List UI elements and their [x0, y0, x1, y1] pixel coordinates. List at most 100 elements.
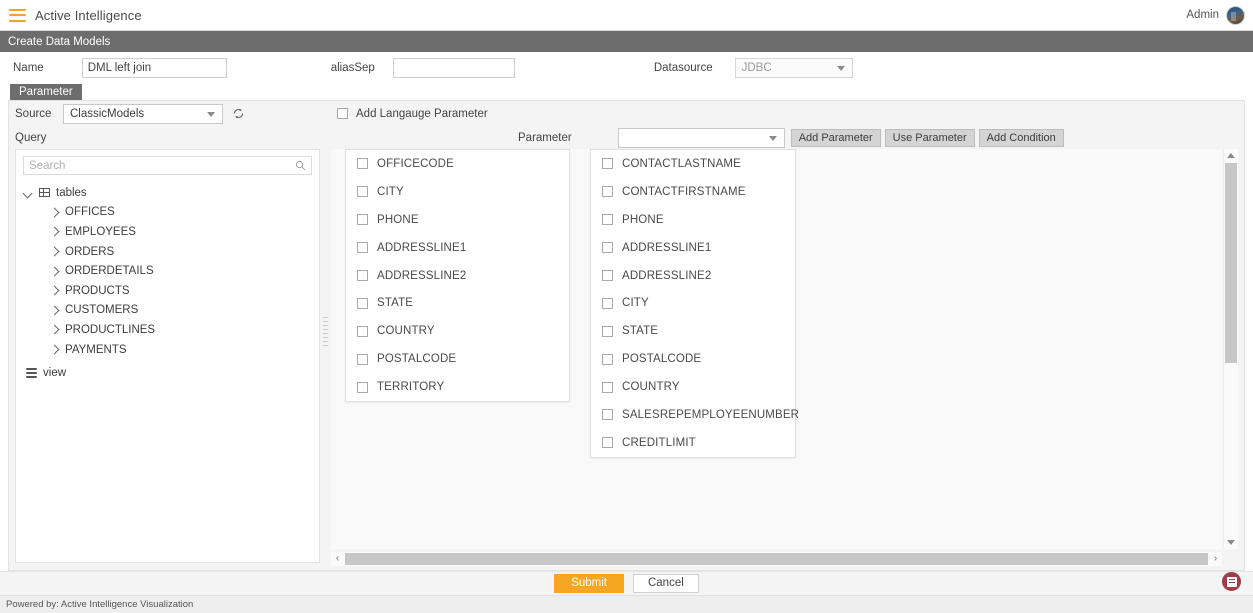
column-label: STATE: [622, 325, 659, 338]
search-icon: [295, 160, 306, 171]
list-item[interactable]: SALESREPEMPLOYEENUMBER: [591, 401, 799, 429]
tree-node-tables[interactable]: tables: [24, 183, 319, 203]
add-language-parameter-checkbox[interactable]: [337, 108, 348, 119]
column-label: CITY: [377, 185, 404, 198]
column-checkbox[interactable]: [357, 214, 368, 226]
tree-node-orders[interactable]: ORDERS: [24, 242, 319, 262]
list-item[interactable]: PHONE: [346, 206, 569, 234]
tree-node-orderdetails[interactable]: ORDERDETAILS: [24, 261, 319, 281]
scroll-right-button[interactable]: ›: [1209, 552, 1222, 566]
feedback-icon[interactable]: [1222, 572, 1241, 591]
user-avatar[interactable]: [1226, 5, 1245, 25]
column-checkbox[interactable]: [602, 409, 613, 421]
list-item[interactable]: COUNTRY: [346, 317, 569, 345]
list-item[interactable]: POSTALCODE: [346, 345, 569, 373]
list-item[interactable]: PHONE: [591, 206, 795, 234]
column-checkbox[interactable]: [602, 214, 613, 226]
column-checkbox[interactable]: [602, 325, 613, 337]
search-box[interactable]: [23, 156, 312, 175]
list-item[interactable]: TERRITORY: [346, 373, 569, 401]
column-label: COUNTRY: [622, 381, 680, 394]
feedback-sheet-glyph: [1226, 576, 1237, 587]
column-checkbox[interactable]: [602, 353, 613, 365]
list-item[interactable]: CONTACTFIRSTNAME: [591, 178, 795, 206]
tree-node-view[interactable]: view: [24, 363, 319, 383]
column-label: CONTACTLASTNAME: [622, 157, 741, 170]
column-label: ADDRESSLINE2: [622, 269, 712, 282]
list-item[interactable]: POSTALCODE: [591, 345, 795, 373]
tree-node-label: CUSTOMERS: [65, 304, 139, 317]
column-checkbox[interactable]: [357, 353, 368, 365]
chevron-down-icon: [836, 66, 845, 71]
list-item[interactable]: ADDRESSLINE1: [346, 234, 569, 262]
list-item[interactable]: CITY: [346, 178, 569, 206]
datasource-select[interactable]: JDBC: [734, 58, 853, 78]
join-canvas: OFFICECODE CITY PHONE ADDRESSLINE1 ADDRE…: [331, 149, 1222, 549]
column-checkbox[interactable]: [602, 297, 613, 309]
column-checkbox[interactable]: [357, 186, 368, 198]
column-label: STATE: [377, 297, 414, 310]
list-item[interactable]: ADDRESSLINE1: [591, 234, 795, 262]
refresh-icon[interactable]: [231, 107, 245, 121]
parameter-select[interactable]: [617, 127, 785, 148]
list-item[interactable]: ADDRESSLINE2: [346, 262, 569, 290]
canvas-vertical-scrollbar[interactable]: [1223, 149, 1238, 549]
scroll-left-button[interactable]: ‹: [331, 552, 344, 566]
use-parameter-button[interactable]: Use Parameter: [884, 128, 975, 147]
list-item[interactable]: CITY: [591, 289, 795, 317]
list-item[interactable]: ADDRESSLINE2: [591, 262, 795, 290]
tree-node-label: tables: [56, 186, 87, 199]
column-checkbox[interactable]: [602, 186, 613, 198]
column-checkbox[interactable]: [602, 270, 613, 281]
column-checkbox[interactable]: [357, 325, 368, 337]
scroll-up-button[interactable]: [1224, 149, 1238, 162]
tree-node-employees[interactable]: EMPLOYEES: [24, 222, 319, 242]
chevron-down-icon: [768, 135, 777, 141]
panel-resize-handle[interactable]: [322, 301, 329, 361]
list-item[interactable]: CONTACTLASTNAME: [591, 150, 795, 178]
list-item[interactable]: STATE: [346, 289, 569, 317]
column-checkbox[interactable]: [357, 270, 368, 281]
chevron-right-icon: [50, 306, 59, 315]
column-checkbox[interactable]: [602, 158, 613, 170]
name-input[interactable]: [81, 58, 227, 78]
tree-node-payments[interactable]: PAYMENTS: [24, 340, 319, 360]
tree-node-offices[interactable]: OFFICES: [24, 203, 319, 223]
cancel-button[interactable]: Cancel: [632, 574, 699, 593]
add-condition-button[interactable]: Add Condition: [978, 128, 1064, 147]
query-label: Query: [15, 131, 47, 144]
column-checkbox[interactable]: [602, 242, 613, 254]
footer: Powered by: Active Intelligence Visualiz…: [0, 595, 1253, 613]
source-select[interactable]: ClassicModels: [63, 103, 223, 124]
column-checkbox[interactable]: [602, 437, 613, 449]
hamburger-menu-icon[interactable]: [9, 8, 26, 22]
list-item[interactable]: OFFICECODE: [346, 150, 569, 178]
submit-button[interactable]: Submit: [554, 574, 624, 593]
search-input[interactable]: [29, 159, 295, 172]
column-checkbox[interactable]: [357, 297, 368, 309]
canvas-horizontal-scrollbar[interactable]: ‹ ›: [331, 552, 1222, 566]
tree-node-label: ORDERDETAILS: [65, 265, 154, 278]
column-checkbox[interactable]: [357, 381, 368, 393]
scrollbar-thumb-vertical[interactable]: [1225, 163, 1237, 363]
list-item[interactable]: STATE: [591, 317, 795, 345]
list-item[interactable]: COUNTRY: [591, 373, 795, 401]
chevron-right-icon: [50, 247, 59, 256]
column-checkbox[interactable]: [602, 381, 613, 393]
source-value: ClassicModels: [70, 107, 145, 120]
column-label: COUNTRY: [377, 325, 435, 338]
add-parameter-button[interactable]: Add Parameter: [790, 128, 881, 147]
list-item[interactable]: CREDITLIMIT: [591, 429, 795, 457]
aliassep-input[interactable]: [392, 58, 515, 78]
scroll-down-button[interactable]: [1224, 536, 1238, 549]
tree-node-products[interactable]: PRODUCTS: [24, 281, 319, 301]
scrollbar-thumb-horizontal[interactable]: [345, 553, 1208, 565]
column-list-offices: OFFICECODE CITY PHONE ADDRESSLINE1 ADDRE…: [345, 149, 570, 403]
column-checkbox[interactable]: [357, 158, 368, 170]
tree-node-label: PAYMENTS: [65, 343, 127, 356]
column-checkbox[interactable]: [357, 242, 368, 254]
column-label: CONTACTFIRSTNAME: [622, 185, 746, 198]
column-label: ADDRESSLINE1: [622, 241, 712, 254]
tree-node-productlines[interactable]: PRODUCTLINES: [24, 320, 319, 340]
tree-node-customers[interactable]: CUSTOMERS: [24, 301, 319, 321]
